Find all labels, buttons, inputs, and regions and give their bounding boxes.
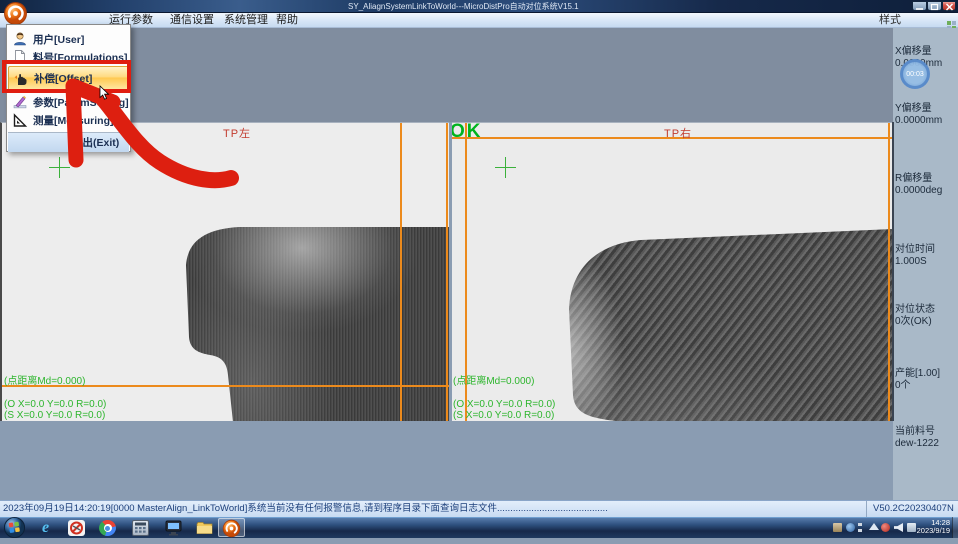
alignment-vline-right2	[888, 123, 890, 421]
menu-item-label: 参数[ParamSetting]	[33, 95, 129, 110]
menu-system-manage[interactable]: 系统管理	[224, 14, 268, 28]
offset-o-readout: (O X=0.0 Y=0.0 R=0.0)	[453, 399, 555, 410]
version-label: V50.2C20230407N	[866, 501, 958, 517]
metric-label: R偏移量	[895, 173, 957, 185]
distance-readout: (点距离Md=0.000)	[453, 376, 534, 387]
metric-value: 0个	[895, 380, 957, 392]
show-desktop-button[interactable]	[952, 517, 958, 538]
title-bar: SY_AliagnSystemLinkToWorld---MicroDistPr…	[0, 0, 958, 13]
taskbar-clock[interactable]: 14:28 2023/9/19	[902, 519, 950, 535]
offset-s-readout: (S X=0.0 Y=0.0 R=0.0)	[453, 410, 554, 421]
metric-align-status: 对位状态 0次(OK)	[895, 304, 957, 328]
tray-dots-icon[interactable]	[858, 523, 862, 532]
menu-item-label: 用户[User]	[33, 32, 84, 47]
tray-recording-icon[interactable]	[881, 523, 890, 532]
status-message: 2023年09月19日14:20:19[0000 MasterAlign_Lin…	[3, 501, 608, 517]
distance-readout: (点距离Md=0.000)	[4, 376, 85, 387]
workspace-bottom-strip	[0, 421, 893, 500]
taskbar-folder-icon[interactable]	[196, 520, 213, 536]
workspace-top-strip	[0, 28, 893, 122]
metric-label: 对位时间	[895, 244, 957, 256]
tray-briefcase-icon[interactable]	[833, 523, 842, 532]
alignment-vline-left1	[400, 123, 402, 421]
menu-help[interactable]: 帮助	[276, 14, 298, 28]
metric-value: 0.0000deg	[895, 185, 957, 197]
maximize-button[interactable]	[927, 1, 942, 11]
taskbar-active-app-button[interactable]	[218, 518, 245, 537]
menu-item-label: 退出(Exit)	[72, 135, 119, 150]
metric-label: 当前料号	[895, 426, 957, 438]
pencil-icon	[12, 94, 28, 110]
metric-label: 对位状态	[895, 304, 957, 316]
style-selector[interactable]: 样式	[879, 14, 901, 28]
metric-y-offset: Y偏移量 0.0000mm	[895, 103, 957, 127]
metric-align-time: 对位时间 1.000S	[895, 244, 957, 268]
start-button[interactable]	[3, 516, 26, 544]
left-camera-view: TP左 (点距离Md=0.000) (O X=0.0 Y=0.0 R=0.0) …	[0, 122, 449, 421]
tray-show-hidden-icon[interactable]	[869, 523, 879, 530]
taskbar-snipping-icon[interactable]	[68, 520, 85, 536]
metric-value: dew-1222	[895, 438, 957, 450]
ruler-icon	[12, 112, 28, 128]
metric-value: 0.0000mm	[895, 115, 957, 127]
left-view-title: TP左	[223, 125, 251, 141]
status-bar: 2023年09月19日14:20:19[0000 MasterAlign_Lin…	[0, 500, 958, 517]
metric-value: 1.000S	[895, 256, 957, 268]
offset-s-readout: (S X=0.0 Y=0.0 R=0.0)	[4, 410, 105, 421]
window-title: SY_AliagnSystemLinkToWorld---MicroDistPr…	[348, 1, 579, 12]
ok-status-text: OK	[452, 122, 483, 143]
menu-item-label: 测量[Measuring]	[33, 113, 114, 128]
metric-capacity: 产能[1.00] 0个	[895, 368, 957, 392]
metric-label: Y偏移量	[895, 103, 957, 115]
user-icon	[12, 31, 28, 47]
offset-o-readout: (O X=0.0 Y=0.0 R=0.0)	[4, 399, 106, 410]
recorder-time: 00:03	[906, 71, 924, 78]
close-button[interactable]	[942, 1, 956, 11]
right-camera-view: OK TP右 (点距离Md=0.000) (O X=0.0 Y=0.0 R=0.…	[452, 122, 892, 421]
minimize-button[interactable]	[912, 1, 927, 11]
clock-date: 2023/9/19	[902, 527, 950, 535]
menu-item-exit[interactable]: 退出(Exit)	[8, 132, 129, 152]
menu-item-params[interactable]: 参数[ParamSetting]	[8, 93, 129, 111]
app-logo-icon	[3, 1, 28, 26]
menu-item-user[interactable]: 用户[User]	[8, 30, 129, 48]
chrome-core	[105, 526, 110, 531]
annotation-highlight-box	[2, 60, 131, 93]
crosshair-icon	[49, 157, 70, 178]
alignment-vline-left2	[446, 123, 448, 421]
right-view-title: TP右	[664, 125, 692, 141]
metric-value: 0次(OK)	[895, 316, 957, 328]
taskbar-calculator-icon[interactable]	[132, 520, 149, 536]
menu-item-measure[interactable]: 测量[Measuring]	[8, 111, 129, 129]
metric-r-offset: R偏移量 0.0000deg	[895, 173, 957, 197]
menu-comm-settings[interactable]: 通信设置	[170, 14, 214, 28]
metric-label: X偏移量	[895, 46, 957, 58]
tray-update-icon[interactable]	[846, 523, 855, 532]
metric-current-part: 当前料号 dew-1222	[895, 426, 957, 450]
taskbar-ie-icon[interactable]: e	[37, 520, 54, 536]
taskbar-chrome-icon[interactable]	[99, 520, 116, 536]
taskbar-display-icon[interactable]	[165, 520, 182, 536]
metric-label: 产能[1.00]	[895, 368, 957, 380]
crosshair-icon	[495, 157, 516, 178]
screen-recorder-badge: 00:03	[900, 59, 930, 89]
